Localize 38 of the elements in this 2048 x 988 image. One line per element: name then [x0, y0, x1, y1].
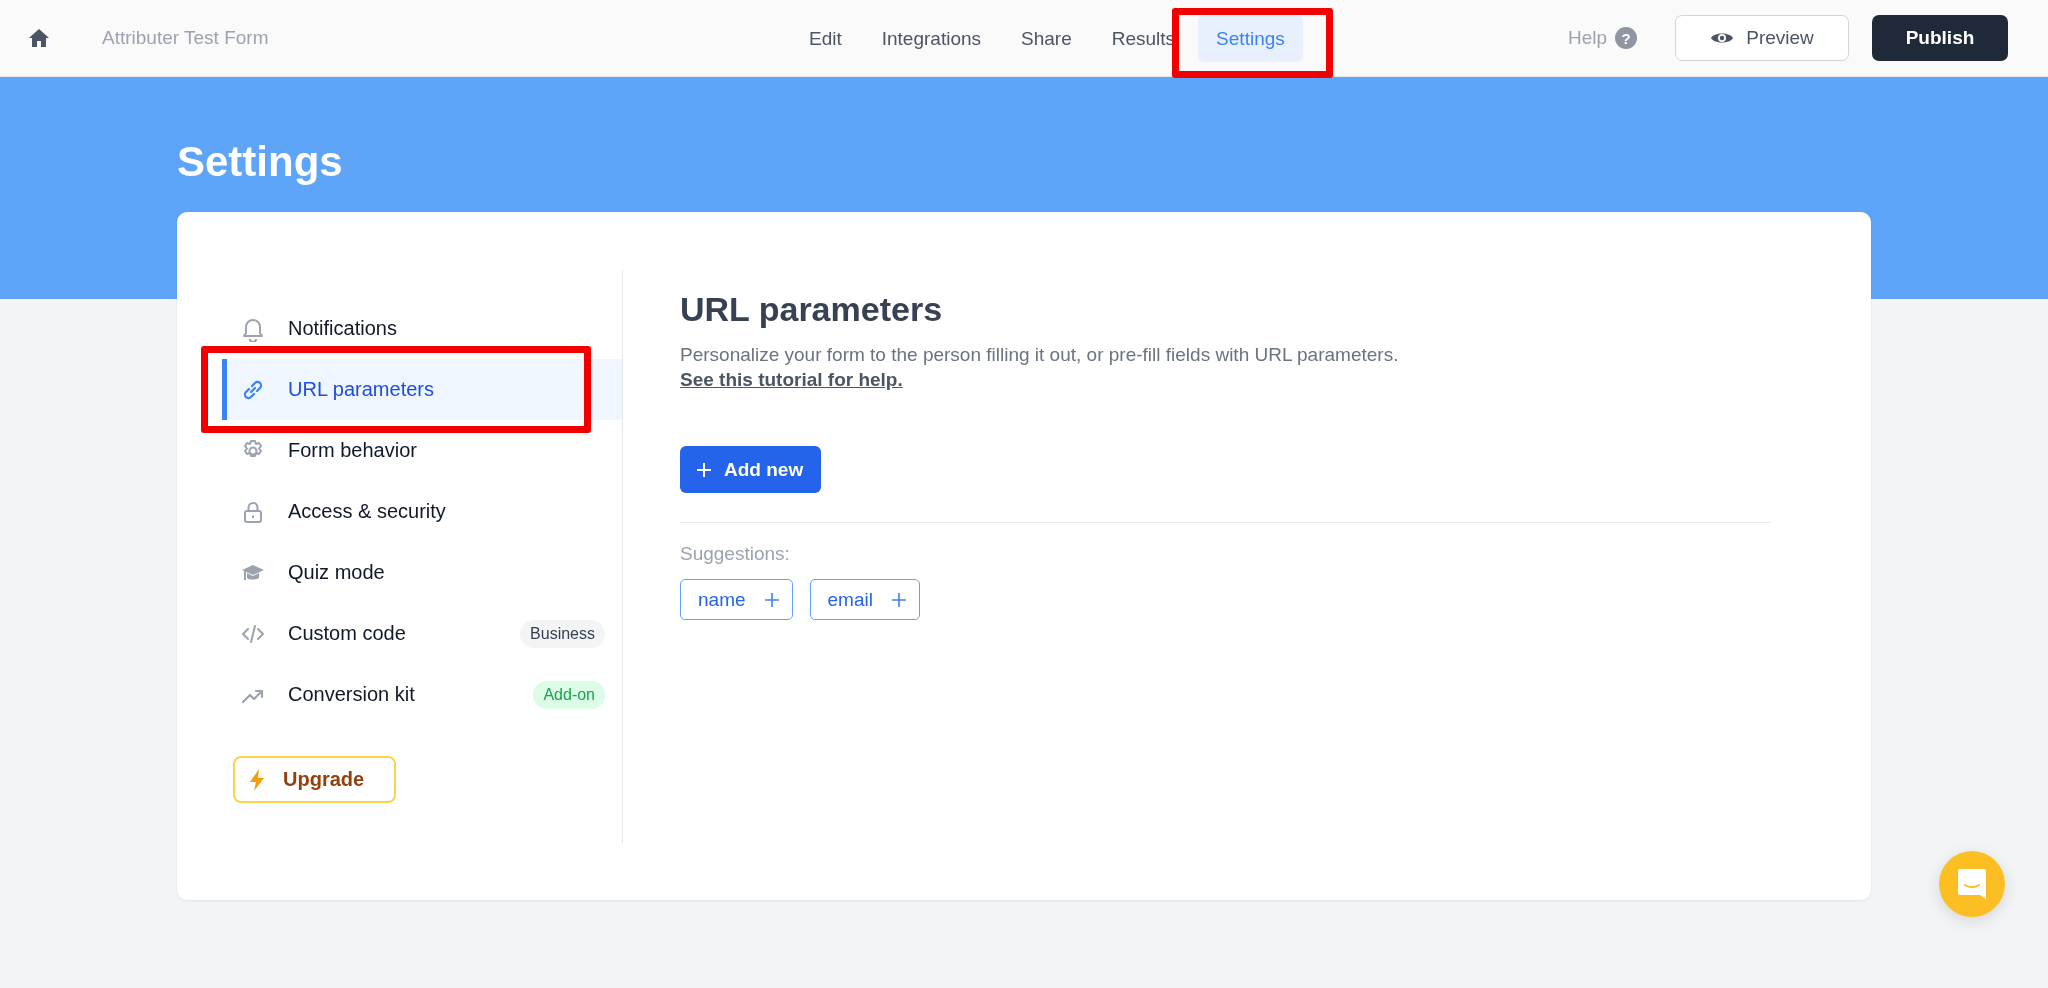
- section-description: Personalize your form to the person filling it out, or pre-fill fields with URL parameters.: [680, 343, 1400, 367]
- sidebar-item-label: Conversion kit: [288, 683, 415, 706]
- publish-button[interactable]: Publish: [1872, 15, 2008, 61]
- sidebar-item-label: Form behavior: [288, 439, 417, 462]
- sidebar-item-label: Access & security: [288, 500, 446, 523]
- tutorial-link[interactable]: See this tutorial for help.: [680, 369, 903, 391]
- sidebar-item[interactable]: Custom code Business: [222, 603, 622, 664]
- sidebar-item-label: Quiz mode: [288, 561, 385, 584]
- nav-tab[interactable]: Share: [1004, 15, 1089, 62]
- sidebar-item[interactable]: Quiz mode: [222, 542, 622, 603]
- plus-icon: [763, 591, 780, 608]
- add-new-button[interactable]: Add new: [680, 446, 822, 493]
- sidebar-item[interactable]: Conversion kit Add-on: [222, 664, 622, 725]
- plus-icon: [696, 461, 712, 478]
- plan-badge: Business: [520, 619, 605, 648]
- lightning-icon: [249, 768, 265, 791]
- nav-tab[interactable]: Integrations: [864, 15, 999, 62]
- suggestion-chip[interactable]: email: [809, 579, 920, 620]
- sidebar-item-label: Custom code: [288, 622, 406, 645]
- preview-button[interactable]: Preview: [1675, 15, 1849, 61]
- sidebar-item[interactable]: URL parameters: [222, 359, 622, 420]
- upgrade-button[interactable]: Upgrade: [233, 756, 396, 803]
- sidebar-item[interactable]: Form behavior: [222, 420, 622, 481]
- suggestion-chip[interactable]: name: [680, 579, 793, 620]
- home-icon[interactable]: [28, 27, 50, 49]
- nav-tab[interactable]: Results: [1094, 15, 1193, 62]
- section-title: URL parameters: [680, 290, 944, 329]
- plus-icon: [890, 591, 907, 608]
- form-title: Attributer Test Form: [102, 27, 269, 49]
- nav-tab[interactable]: Edit: [792, 15, 859, 62]
- suggestions-label: Suggestions:: [680, 543, 791, 565]
- sidebar-item-label: Notifications: [288, 317, 397, 340]
- page-title: Settings: [177, 137, 344, 187]
- sidebar-item-label: URL parameters: [288, 378, 434, 401]
- chat-icon: [1957, 868, 1987, 900]
- sidebar-item[interactable]: Access & security: [222, 481, 622, 542]
- sidebar-item[interactable]: Notifications: [222, 298, 622, 359]
- addon-badge: Add-on: [533, 680, 605, 709]
